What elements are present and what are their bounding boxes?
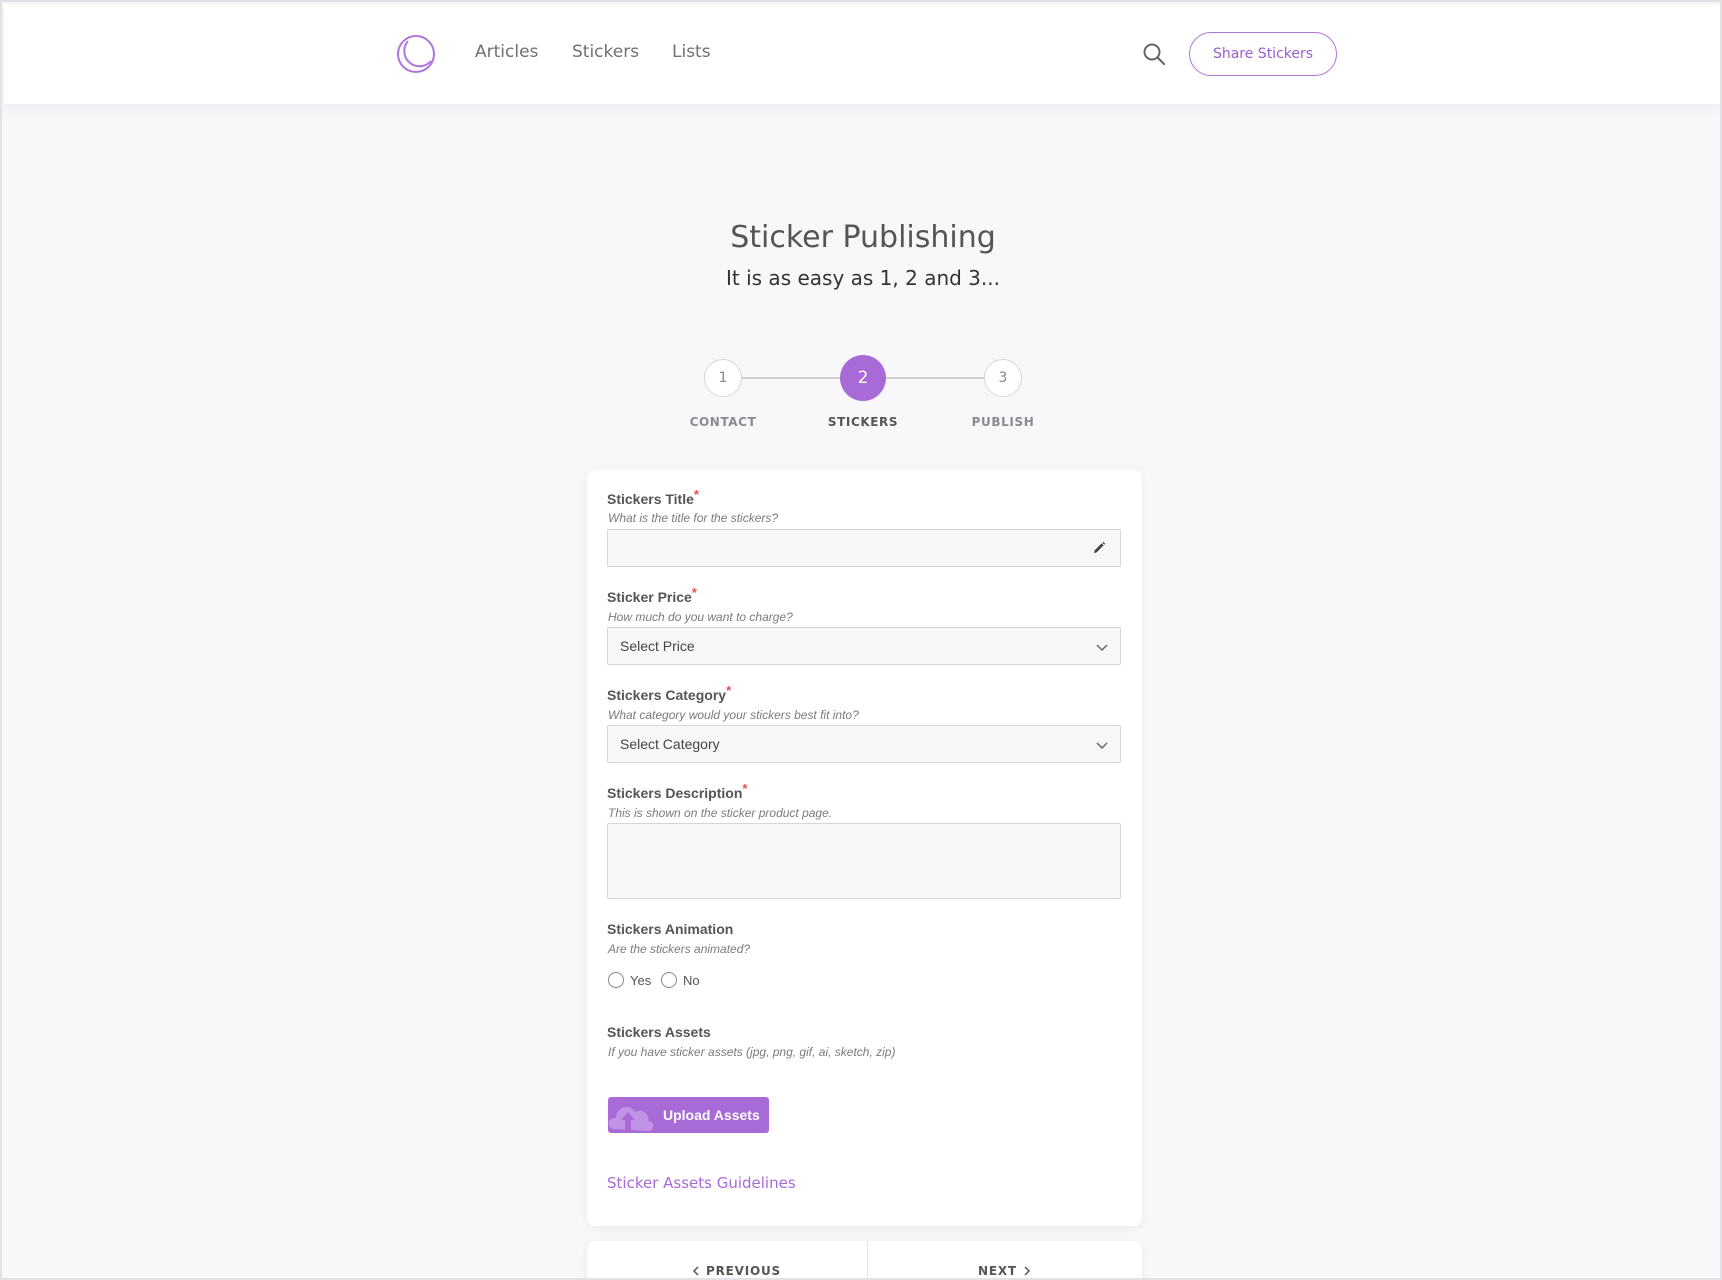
next-button[interactable]: NEXT bbox=[978, 1264, 1031, 1278]
title-label-text: Stickers Title bbox=[607, 491, 694, 507]
nav-articles[interactable]: Articles bbox=[475, 42, 538, 62]
form-pager: PREVIOUS NEXT bbox=[587, 1241, 1142, 1278]
pencil-icon bbox=[1094, 541, 1106, 553]
assets-field-label: Stickers Assets bbox=[607, 1024, 711, 1040]
category-field-label: Stickers Category* bbox=[607, 683, 731, 703]
description-label-text: Stickers Description bbox=[607, 785, 743, 801]
stickers-category-select[interactable]: Select Category bbox=[607, 725, 1121, 763]
radio-circle[interactable] bbox=[661, 972, 677, 988]
sticker-assets-guidelines-link[interactable]: Sticker Assets Guidelines bbox=[607, 1174, 796, 1192]
step-3-label: PUBLISH bbox=[971, 415, 1035, 429]
price-label-text: Sticker Price bbox=[607, 589, 692, 605]
price-field-hint: How much do you want to charge? bbox=[608, 610, 793, 624]
stickers-description-textarea[interactable] bbox=[607, 823, 1121, 899]
category-select-value: Select Category bbox=[620, 736, 720, 752]
nav-lists[interactable]: Lists bbox=[672, 42, 711, 62]
site-header: Articles Stickers Lists Share Stickers bbox=[4, 4, 1720, 104]
required-mark: * bbox=[742, 781, 748, 796]
page-subtitle: It is as easy as 1, 2 and 3... bbox=[726, 266, 1000, 290]
animation-field-label: Stickers Animation bbox=[607, 921, 734, 937]
radio-label: No bbox=[683, 972, 700, 988]
previous-button[interactable]: PREVIOUS bbox=[692, 1264, 781, 1278]
step-2-circle[interactable]: 2 bbox=[840, 355, 886, 401]
chevron-down-icon bbox=[1096, 644, 1108, 652]
animation-yes-radio[interactable]: Yes bbox=[608, 972, 651, 988]
assets-field-hint: If you have sticker assets (jpg, png, gi… bbox=[608, 1045, 896, 1059]
step-2-label: STICKERS bbox=[827, 415, 899, 429]
nav-stickers[interactable]: Stickers bbox=[572, 42, 639, 62]
page-title: Sticker Publishing bbox=[730, 220, 996, 255]
page: Articles Stickers Lists Share Stickers S… bbox=[0, 0, 1722, 1280]
step-1-circle[interactable]: 1 bbox=[704, 359, 742, 397]
share-stickers-button[interactable]: Share Stickers bbox=[1189, 32, 1337, 76]
upload-assets-button[interactable]: Upload Assets bbox=[608, 1097, 769, 1133]
description-field-hint: This is shown on the sticker product pag… bbox=[608, 806, 833, 820]
step-connector bbox=[742, 377, 842, 379]
title-field-hint: What is the title for the stickers? bbox=[608, 511, 779, 525]
cloud-upload-icon bbox=[608, 1107, 654, 1131]
pager-divider bbox=[867, 1241, 868, 1278]
radio-circle[interactable] bbox=[608, 972, 624, 988]
step-connector bbox=[886, 377, 986, 379]
step-3-circle[interactable]: 3 bbox=[984, 359, 1022, 397]
stickers-title-input[interactable] bbox=[607, 529, 1121, 567]
step-1-label: CONTACT bbox=[689, 415, 757, 429]
category-field-hint: What category would your stickers best f… bbox=[608, 708, 859, 722]
previous-label: PREVIOUS bbox=[706, 1264, 781, 1278]
description-field-label: Stickers Description* bbox=[607, 781, 747, 801]
upload-label: Upload Assets bbox=[663, 1107, 760, 1123]
required-mark: * bbox=[726, 683, 732, 698]
price-field-label: Sticker Price* bbox=[607, 585, 697, 605]
chevron-down-icon bbox=[1096, 742, 1108, 750]
animation-no-radio[interactable]: No bbox=[661, 972, 700, 988]
animation-field-hint: Are the stickers animated? bbox=[608, 942, 751, 956]
title-field-label: Stickers Title* bbox=[607, 487, 699, 507]
sticker-logo-icon[interactable] bbox=[394, 32, 438, 76]
sticker-price-select[interactable]: Select Price bbox=[607, 627, 1121, 665]
chevron-right-icon bbox=[1024, 1266, 1030, 1276]
radio-label: Yes bbox=[630, 972, 652, 988]
next-label: NEXT bbox=[978, 1264, 1017, 1278]
category-label-text: Stickers Category bbox=[607, 687, 727, 703]
required-mark: * bbox=[691, 585, 697, 600]
chevron-left-icon bbox=[692, 1266, 699, 1276]
price-select-value: Select Price bbox=[620, 638, 695, 654]
sticker-form-card: Stickers Title* What is the title for th… bbox=[587, 470, 1142, 1226]
required-mark: * bbox=[693, 487, 699, 502]
search-icon[interactable] bbox=[1140, 40, 1168, 68]
